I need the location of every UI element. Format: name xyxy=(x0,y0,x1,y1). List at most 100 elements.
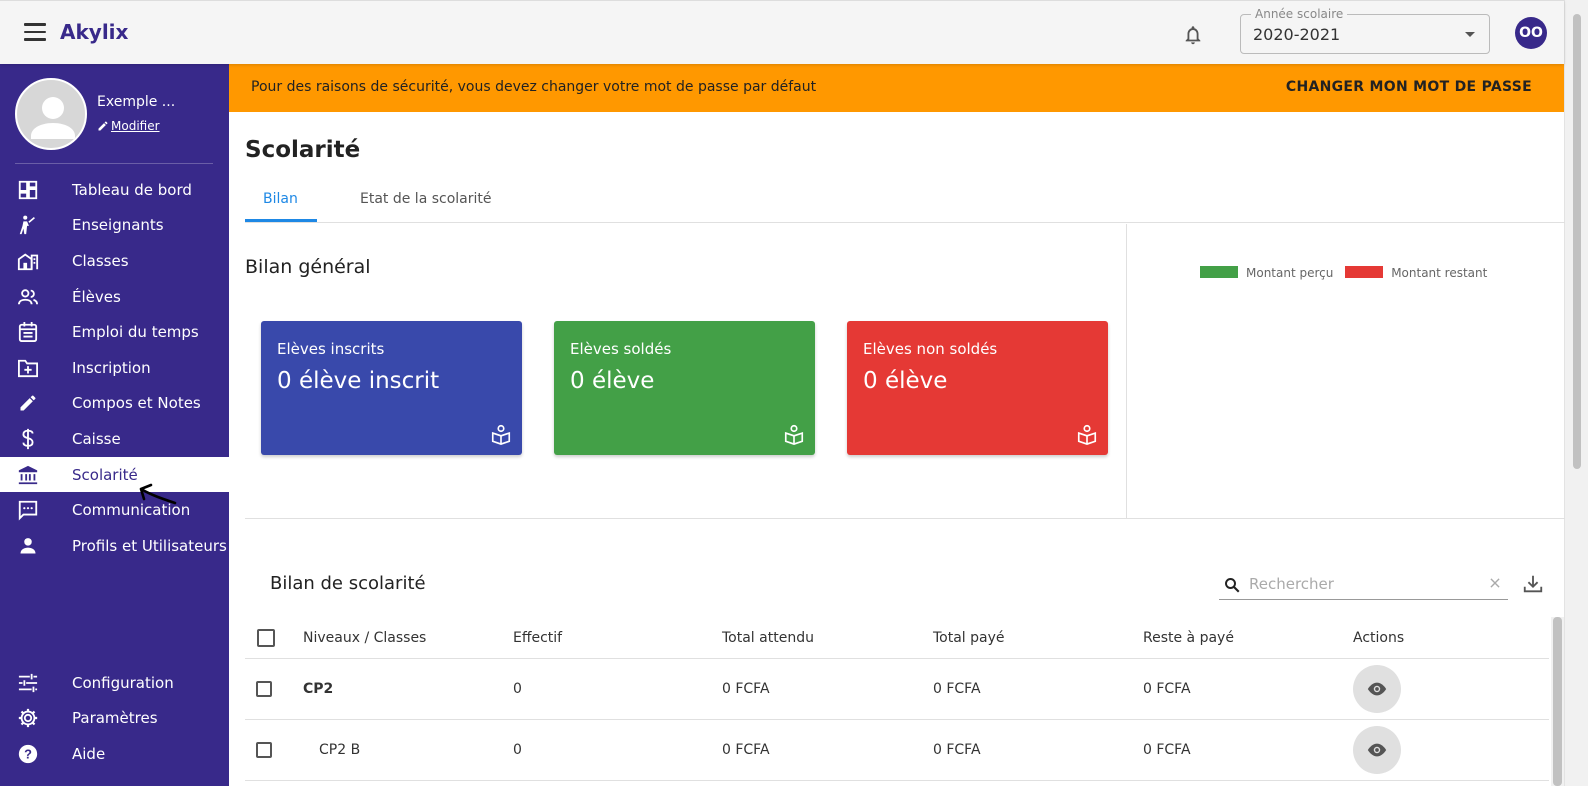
row-checkbox[interactable] xyxy=(256,742,272,758)
cell-effectif: 0 xyxy=(513,742,522,758)
download-icon[interactable] xyxy=(1522,573,1544,595)
student-book-icon xyxy=(784,424,804,445)
teacher-icon xyxy=(16,213,40,237)
gear-icon xyxy=(16,706,40,730)
dropdown-caret-icon xyxy=(1465,32,1475,37)
search-field xyxy=(1219,570,1508,600)
sidebar-item-label: Inscription xyxy=(72,358,151,377)
user-avatar[interactable]: OO xyxy=(1515,17,1547,49)
section-divider xyxy=(245,518,1565,519)
column-header[interactable]: Effectif xyxy=(513,630,562,646)
row-checkbox[interactable] xyxy=(256,681,272,697)
cell-total-attendu: 0 FCFA xyxy=(722,681,770,697)
notification-bell-icon[interactable] xyxy=(1182,23,1204,47)
bank-icon xyxy=(16,463,40,487)
stat-card-eleves-inscrits: Elèves inscrits 0 élève inscrit xyxy=(261,321,522,455)
school-building-icon xyxy=(16,249,40,273)
table-header-row: Niveaux / Classes Effectif Total attendu… xyxy=(245,617,1549,659)
folder-add-icon xyxy=(16,356,40,380)
school-year-select[interactable]: Année scolaire 2020-2021 xyxy=(1240,7,1490,54)
vertical-divider xyxy=(1126,224,1127,519)
cell-class: CP2 B xyxy=(319,742,361,758)
person-placeholder-icon xyxy=(31,97,75,139)
sidebar-item-caisse[interactable]: Caisse xyxy=(0,421,229,457)
change-password-button[interactable]: CHANGER MON MOT DE PASSE xyxy=(1286,79,1532,95)
view-details-button[interactable] xyxy=(1353,665,1401,713)
stat-card-label: Elèves non soldés xyxy=(863,340,998,358)
column-header[interactable]: Niveaux / Classes xyxy=(303,630,426,646)
legend-item-montant-percu[interactable]: Montant perçu xyxy=(1200,266,1333,280)
mouse-cursor-icon xyxy=(139,483,177,505)
cell-total-attendu: 0 FCFA xyxy=(722,742,770,758)
page-scrollbar[interactable] xyxy=(1564,0,1588,786)
sidebar-item-tableau-de-bord[interactable]: Tableau de bord xyxy=(0,172,229,208)
select-all-checkbox[interactable] xyxy=(257,628,275,647)
tab-etat-scolarite[interactable]: Etat de la scolarité xyxy=(360,191,492,207)
sidebar-item-scolarite[interactable]: Scolarité xyxy=(0,456,229,493)
student-book-icon xyxy=(1077,424,1097,445)
stat-card-value: 0 élève xyxy=(570,368,655,394)
sidebar-item-classes[interactable]: Classes xyxy=(0,243,229,279)
table-scrollbar[interactable] xyxy=(1551,617,1564,786)
pencil-icon xyxy=(98,121,108,131)
tab-bar: Bilan Etat de la scolarité xyxy=(245,183,1565,223)
sidebar-item-label: Classes xyxy=(72,251,129,270)
sidebar-item-aide[interactable]: ? Aide xyxy=(0,736,229,772)
sidebar-item-label: Scolarité xyxy=(72,465,138,484)
hamburger-menu-icon[interactable] xyxy=(24,23,46,41)
legend-swatch xyxy=(1200,266,1238,278)
message-icon xyxy=(16,498,40,522)
profile-name: Exemple ... xyxy=(97,94,176,110)
school-year-value: 2020-2021 xyxy=(1253,25,1341,44)
table-row[interactable]: CP2 B 0 0 FCFA 0 FCFA 0 FCFA xyxy=(245,720,1549,781)
table-scrollbar-thumb[interactable] xyxy=(1553,617,1562,786)
cell-reste: 0 FCFA xyxy=(1143,681,1191,697)
stat-card-eleves-non-soldes: Elèves non soldés 0 élève xyxy=(847,321,1108,455)
sidebar-item-enseignants[interactable]: Enseignants xyxy=(0,208,229,244)
sidebar-item-inscription[interactable]: Inscription xyxy=(0,350,229,386)
sidebar-item-label: Élèves xyxy=(72,287,121,306)
pencil-icon xyxy=(16,391,40,415)
tune-icon xyxy=(16,671,40,695)
profile-edit-link[interactable]: Modifier xyxy=(97,119,160,133)
profile-avatar xyxy=(15,78,87,150)
sidebar-item-label: Aide xyxy=(72,744,106,763)
clear-search-icon[interactable] xyxy=(1488,576,1502,590)
dollar-icon xyxy=(16,427,40,451)
sidebar-item-emploi-du-temps[interactable]: Emploi du temps xyxy=(0,314,229,350)
column-header[interactable]: Total payé xyxy=(933,630,1005,646)
app-brand[interactable]: Akylix xyxy=(60,20,128,44)
legend-item-montant-restant[interactable]: Montant restant xyxy=(1345,266,1487,280)
sidebar-item-communication[interactable]: Communication xyxy=(0,492,229,528)
column-header[interactable]: Total attendu xyxy=(722,630,814,646)
cell-level: CP2 xyxy=(303,681,334,697)
legend-swatch xyxy=(1345,266,1384,278)
column-header: Actions xyxy=(1353,629,1405,646)
sidebar-item-eleves[interactable]: Élèves xyxy=(0,279,229,315)
active-tab-indicator xyxy=(245,219,317,222)
page-scrollbar-thumb[interactable] xyxy=(1573,14,1581,469)
calendar-icon xyxy=(16,320,40,344)
column-header[interactable]: Reste à payé xyxy=(1143,630,1234,646)
sidebar-item-label: Paramètres xyxy=(72,709,158,728)
table-row[interactable]: CP2 0 0 FCFA 0 FCFA 0 FCFA xyxy=(245,659,1549,720)
page-title: Scolarité xyxy=(245,137,361,163)
sidebar-item-configuration[interactable]: Configuration xyxy=(0,665,229,701)
section-title-bilan-general: Bilan général xyxy=(245,256,371,278)
eye-icon xyxy=(1367,682,1387,696)
sidebar-item-parametres[interactable]: Paramètres xyxy=(0,701,229,737)
help-icon: ? xyxy=(16,742,40,766)
search-icon xyxy=(1225,578,1240,593)
bilan-table: Niveaux / Classes Effectif Total attendu… xyxy=(245,617,1549,781)
sidebar-item-label: Emploi du temps xyxy=(72,323,199,342)
students-icon xyxy=(16,285,40,309)
view-details-button[interactable] xyxy=(1353,726,1401,774)
sidebar-item-label: Configuration xyxy=(72,673,174,692)
search-input[interactable] xyxy=(1247,572,1477,596)
profile-edit-label: Modifier xyxy=(111,119,160,133)
sidebar-item-profils-et-utilisateurs[interactable]: Profils et Utilisateurs xyxy=(0,528,229,564)
sidebar-item-compos-et-notes[interactable]: Compos et Notes xyxy=(0,386,229,422)
cell-total-paye: 0 FCFA xyxy=(933,742,981,758)
tab-bilan[interactable]: Bilan xyxy=(263,191,298,207)
legend-label: Montant perçu xyxy=(1246,266,1334,280)
